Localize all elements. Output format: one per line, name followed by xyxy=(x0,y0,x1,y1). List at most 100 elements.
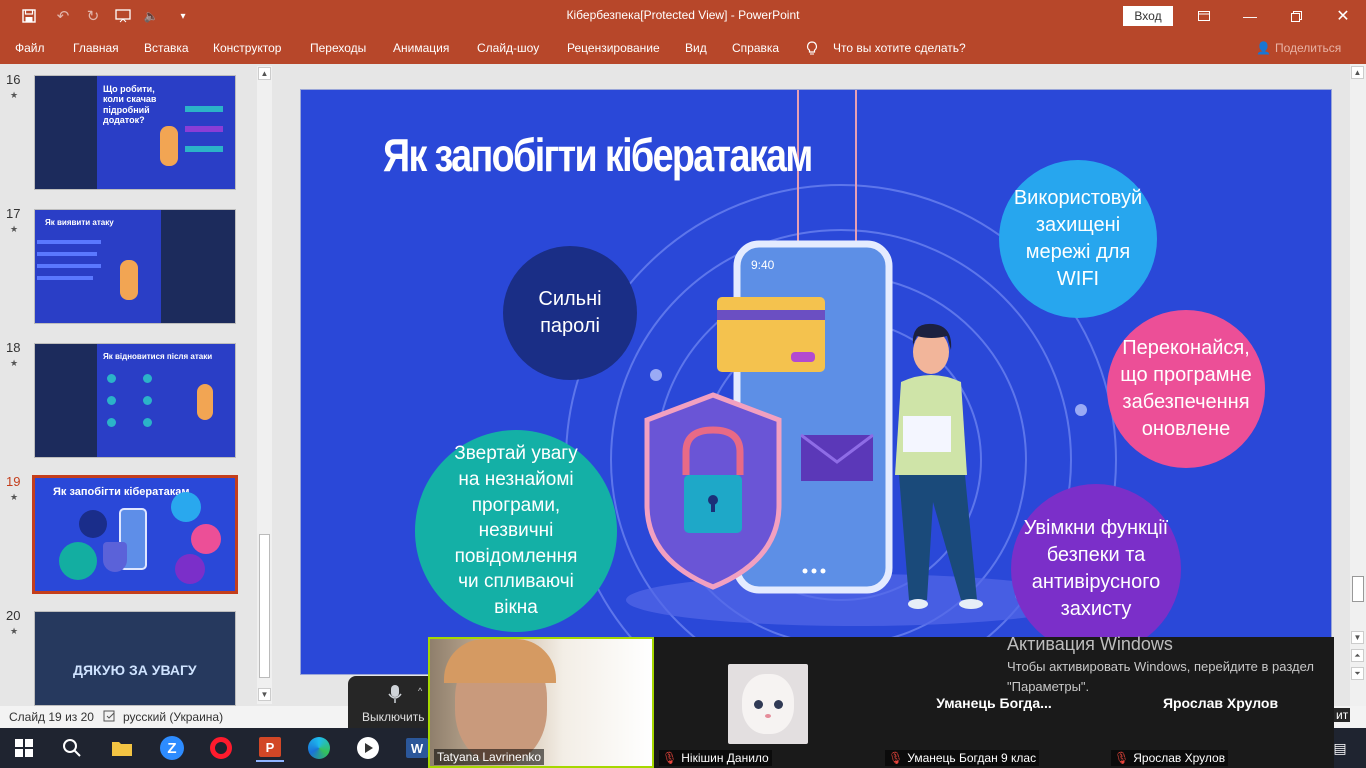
thumbnail-title: Як відновитися після атаки xyxy=(103,352,213,361)
tab-insert[interactable]: Вставка xyxy=(144,41,189,55)
zoom-leave-fragment[interactable]: ит xyxy=(1334,708,1351,722)
bubble-secure-wifi: Використовуй захищені мережі для WIFI xyxy=(999,160,1157,318)
tab-animations[interactable]: Анимация xyxy=(393,41,449,55)
activation-text: Чтобы активировать Windows, перейдите в … xyxy=(1007,659,1314,694)
bubble-text: Сильні паролі xyxy=(538,288,602,337)
lightbulb-icon xyxy=(806,41,818,59)
participant-name: 🎙 Ярослав Хрулов xyxy=(1111,750,1229,766)
participant-display-name: Уманець Богда... xyxy=(936,695,1052,711)
bubble-text: Переконайся, що програмне забезпечення о… xyxy=(1120,337,1252,440)
animation-star-icon: ★ xyxy=(10,626,19,636)
thumbnail-canvas: Як відновитися після атаки xyxy=(35,344,235,457)
ribbon-tabs: Файл Главная Вставка Конструктор Переход… xyxy=(0,32,1366,64)
language-indicator[interactable]: русский (Украина) xyxy=(123,710,223,724)
muted-mic-icon: 🎙 xyxy=(1114,751,1130,765)
animation-star-icon: ★ xyxy=(10,492,19,502)
share-label: Поделиться xyxy=(1274,41,1342,55)
animation-star-icon: ★ xyxy=(10,90,19,100)
tell-me-search[interactable]: Что вы хотите сделать? xyxy=(833,41,966,55)
bubble-pay-attention: Звертай увагу на незнайомі програми, нез… xyxy=(415,430,617,632)
word-icon[interactable]: W xyxy=(403,734,431,762)
windows-start-icon[interactable] xyxy=(10,734,38,762)
share-button[interactable]: 👤 Поделиться xyxy=(1256,41,1341,55)
tab-file[interactable]: Файл xyxy=(15,41,45,55)
bubble-strong-passwords: Сильні паролі xyxy=(503,246,637,380)
muted-mic-icon: 🎙 xyxy=(888,751,904,765)
participant-name-text: Нікішин Данило xyxy=(681,751,769,765)
current-slide[interactable]: Як запобігти кібератакам 9:40 Сильні пар… xyxy=(300,89,1332,675)
participant-name: Tatyana Lavrinenko xyxy=(434,749,545,765)
thumbnail-canvas: Як запобігти кібератакам xyxy=(35,478,235,591)
scroll-down-icon[interactable]: ▼ xyxy=(258,688,271,701)
participant-name-text: Ярослав Хрулов xyxy=(1133,751,1226,765)
slide-thumbnail-16[interactable]: Що робити, коли скачав підробний додаток… xyxy=(34,75,236,190)
mute-button[interactable]: Выключить xyxy=(362,710,424,724)
search-icon[interactable] xyxy=(58,734,86,762)
thumbnail-title: Як запобігти кібератакам xyxy=(53,486,190,498)
edge-icon[interactable] xyxy=(305,734,333,762)
thumbnail-canvas: Як виявити атаку xyxy=(35,210,235,323)
bubble-text: Використовуй захищені мережі для WIFI xyxy=(1013,187,1143,290)
tab-review[interactable]: Рецензирование xyxy=(567,41,660,55)
title-bar: ↶ ↻ 🔈 ▾ Кібербезпека[Protected View] - P… xyxy=(0,0,1366,32)
slide-thumbnail-19[interactable]: Як запобігти кібератакам xyxy=(32,475,238,594)
scroll-thumb[interactable] xyxy=(259,534,270,678)
sign-in-button[interactable]: Вход xyxy=(1123,6,1173,26)
slide-thumbnail-pane: 16 ★ Що робити, коли скачав підробний до… xyxy=(0,64,276,706)
tab-design[interactable]: Конструктор xyxy=(213,41,281,55)
participant-tile-nikishin[interactable]: 🎙 Нікішин Данило xyxy=(655,637,881,768)
scroll-up-icon[interactable]: ▲ xyxy=(1351,66,1364,79)
thumbnail-scrollbar[interactable]: ▲ ▼ xyxy=(257,66,272,704)
slide-number: 17 xyxy=(6,206,21,221)
slide-number: 16 xyxy=(6,72,21,87)
spelling-icon[interactable] xyxy=(103,709,117,726)
windows-activation-watermark: Активация Windows Чтобы активировать Win… xyxy=(1007,634,1347,696)
phone-time: 9:40 xyxy=(751,258,775,272)
editor-scrollbar[interactable]: ▲ ▼ ⏶ ⏷ xyxy=(1350,64,1366,706)
slide-number: 18 xyxy=(6,340,21,355)
slide-thumbnail-18[interactable]: Як відновитися після атаки xyxy=(34,343,236,458)
powerpoint-icon[interactable]: P xyxy=(256,734,284,762)
muted-mic-icon: 🎙 xyxy=(662,751,678,765)
scroll-up-icon[interactable]: ▲ xyxy=(258,67,271,80)
tab-home[interactable]: Главная xyxy=(73,41,119,55)
animation-star-icon: ★ xyxy=(10,224,19,234)
restore-icon[interactable] xyxy=(1273,0,1319,32)
media-player-icon[interactable] xyxy=(354,734,382,762)
tab-slideshow[interactable]: Слайд-шоу xyxy=(477,41,539,55)
zoom-app-icon[interactable]: Z xyxy=(158,734,186,762)
scroll-down-icon[interactable]: ▼ xyxy=(1351,631,1364,644)
slide-thumbnail-20[interactable]: ДЯКУЮ ЗА УВАГУ xyxy=(34,611,236,706)
ribbon-display-options-icon[interactable] xyxy=(1181,0,1227,32)
previous-slide-icon[interactable]: ⏶ xyxy=(1351,649,1364,662)
activation-title: Активация Windows xyxy=(1007,634,1173,654)
tab-transitions[interactable]: Переходы xyxy=(310,41,366,55)
scroll-thumb[interactable] xyxy=(1352,576,1364,602)
participant-name: 🎙 Уманець Богдан 9 клас xyxy=(885,750,1040,766)
microphone-icon[interactable] xyxy=(388,684,402,711)
cat-avatar xyxy=(728,664,808,744)
minimize-icon[interactable]: — xyxy=(1227,0,1273,32)
participant-name-text: Уманець Богдан 9 клас xyxy=(907,751,1037,765)
next-slide-icon[interactable]: ⏷ xyxy=(1351,667,1364,680)
participant-tile-tatyana[interactable]: Tatyana Lavrinenko xyxy=(428,637,654,768)
animation-star-icon: ★ xyxy=(10,358,19,368)
bubble-text: Звертай увагу на незнайомі програми, нез… xyxy=(454,443,578,619)
close-icon[interactable]: ✕ xyxy=(1320,0,1366,32)
participant-name: 🎙 Нікішин Данило xyxy=(659,750,772,766)
opera-icon[interactable] xyxy=(207,734,235,762)
user-icon: 👤 xyxy=(1256,41,1271,55)
bubble-security-features: Увімкни функції безпеки та антивірусного… xyxy=(1011,484,1181,654)
slide-thumbnail-17[interactable]: Як виявити атаку xyxy=(34,209,236,324)
mic-options-chevron-icon[interactable]: ^ xyxy=(418,686,422,696)
slide-number-current: 19 xyxy=(6,474,21,489)
thumbnail-title: Що робити, коли скачав підробний додаток… xyxy=(103,84,157,126)
tab-view[interactable]: Вид xyxy=(685,41,707,55)
bubble-update-software: Переконайся, що програмне забезпечення о… xyxy=(1107,310,1265,468)
bubble-text: Увімкни функції безпеки та антивірусного… xyxy=(1023,517,1169,620)
thumbnail-title: ДЯКУЮ ЗА УВАГУ xyxy=(73,662,197,678)
file-explorer-icon[interactable] xyxy=(108,734,136,762)
tab-help[interactable]: Справка xyxy=(732,41,779,55)
zoom-control-strip: ^ Выключить xyxy=(348,676,430,728)
slide-counter: Слайд 19 из 20 xyxy=(9,710,94,724)
